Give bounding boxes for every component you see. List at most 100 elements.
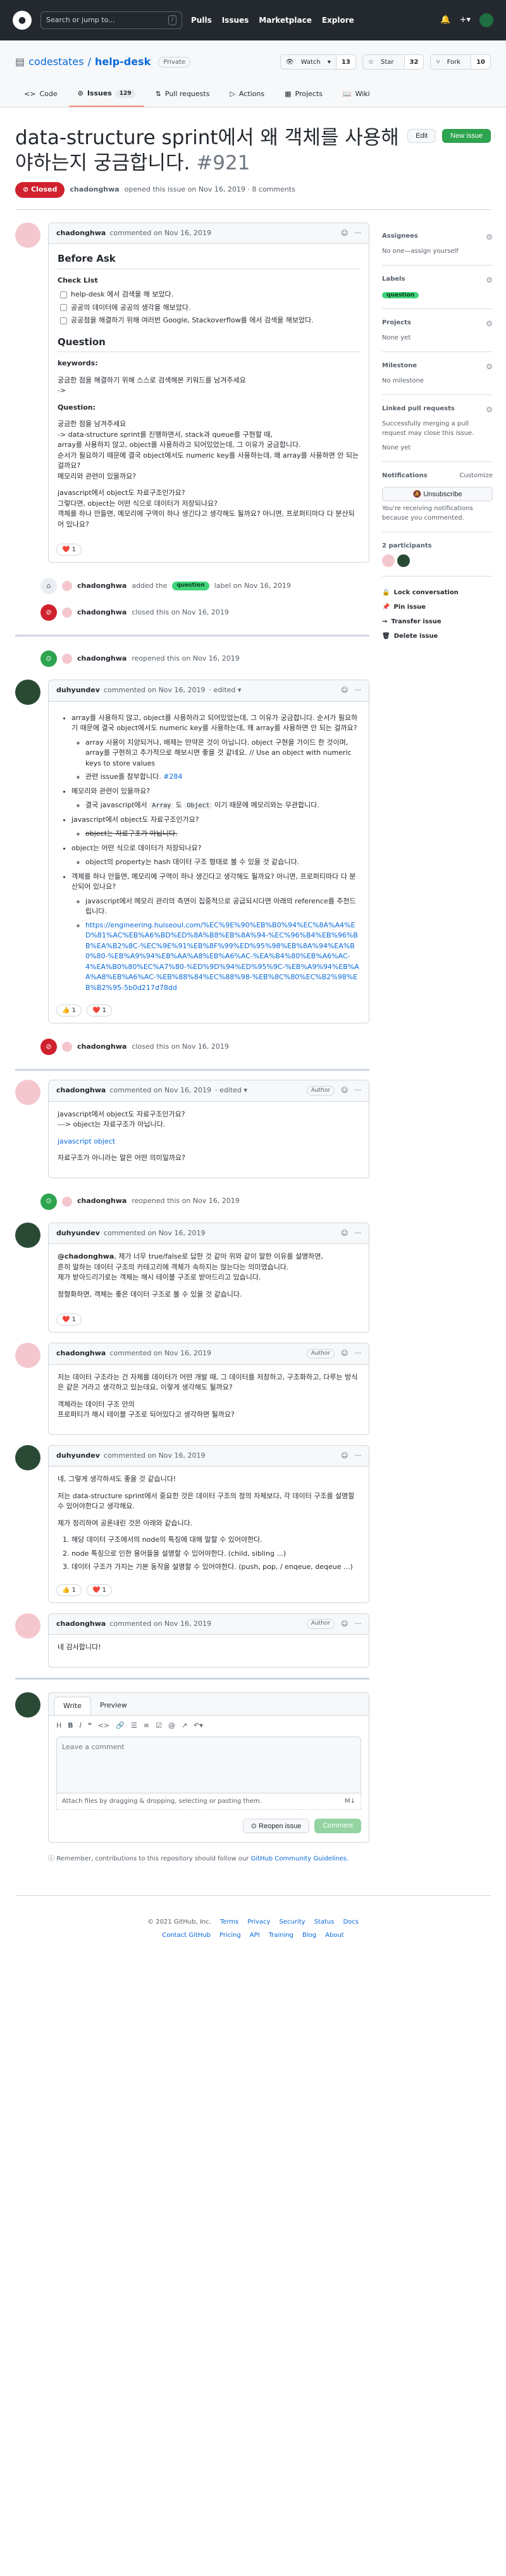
participant-avatar[interactable]	[382, 554, 395, 568]
milestone-heading[interactable]: Milestone	[382, 361, 417, 372]
smiley-icon[interactable]: ☺	[341, 1085, 348, 1096]
footer-link-contact[interactable]: Contact GitHub	[162, 1931, 211, 1940]
star-button[interactable]: ☆ Star 32	[362, 54, 424, 70]
bell-icon[interactable]: 🔔	[440, 14, 450, 27]
issue-link[interactable]: #284	[163, 772, 182, 781]
avatar[interactable]	[62, 654, 72, 664]
user-avatar[interactable]	[479, 13, 493, 27]
comment-author[interactable]: chadonghwa	[56, 1085, 106, 1096]
footer-link-privacy[interactable]: Privacy	[247, 1917, 270, 1927]
comment-timestamp[interactable]: commented on Nov 16, 2019	[104, 1451, 206, 1462]
fork-button[interactable]: ⑂ Fork 10	[430, 54, 491, 70]
kebab-menu-icon[interactable]: ···	[355, 1619, 362, 1630]
avatar[interactable]	[15, 1222, 40, 1248]
footer-link-training[interactable]: Training	[269, 1931, 293, 1940]
tab-wiki[interactable]: 📖 Wiki	[334, 82, 379, 107]
fork-count[interactable]: 10	[471, 55, 490, 69]
pin-issue-link[interactable]: 📌 Pin issue	[382, 602, 493, 612]
event-actor[interactable]: chadonghwa	[77, 654, 126, 664]
avatar[interactable]	[62, 1042, 72, 1053]
link-icon[interactable]: 🔗	[116, 1721, 125, 1731]
gear-icon[interactable]: ⚙	[486, 361, 493, 372]
avatar[interactable]	[62, 1196, 72, 1207]
reopen-issue-button[interactable]: ⊙ Reopen issue	[242, 1818, 310, 1833]
footer-link-terms[interactable]: Terms	[220, 1917, 238, 1927]
linked-prs-heading[interactable]: Linked pull requests	[382, 404, 455, 415]
comment-button[interactable]: Comment	[314, 1818, 361, 1833]
comment-author[interactable]: chadonghwa	[56, 228, 106, 239]
gear-icon[interactable]: ⚙	[486, 231, 493, 243]
edit-title-button[interactable]: Edit	[407, 128, 436, 143]
reaction-thumbs-up[interactable]: 👍 1	[56, 1584, 82, 1596]
comment-author[interactable]: duhyundev	[56, 1228, 100, 1239]
assignees-heading[interactable]: Assignees	[382, 231, 418, 243]
comment-author[interactable]: chadonghwa	[56, 1348, 106, 1359]
tab-code[interactable]: <> Code	[15, 82, 66, 107]
labels-heading[interactable]: Labels	[382, 274, 405, 286]
comment-timestamp[interactable]: commented on Nov 16, 2019	[109, 228, 211, 239]
task-list-icon[interactable]: ☑	[156, 1721, 162, 1731]
saved-reply-icon[interactable]: ↶▾	[194, 1721, 203, 1731]
nav-marketplace[interactable]: Marketplace	[259, 15, 312, 26]
smiley-icon[interactable]: ☺	[341, 228, 348, 239]
lock-conversation-link[interactable]: 🔒 Lock conversation	[382, 588, 493, 597]
comment-author[interactable]: chadonghwa	[56, 1619, 106, 1630]
bold-icon[interactable]: B	[68, 1721, 73, 1731]
smiley-icon[interactable]: ☺	[341, 1228, 348, 1239]
quote-icon[interactable]: ❝	[88, 1721, 92, 1731]
smiley-icon[interactable]: ☺	[341, 1619, 348, 1630]
reference-link[interactable]: https://engineering.huiseoul.com/%EC%9E%…	[85, 921, 359, 992]
footer-link-about[interactable]: About	[325, 1931, 344, 1940]
unsubscribe-button[interactable]: 🔕 Unsubscribe	[382, 487, 493, 502]
edited-dropdown[interactable]: · edited ▾	[215, 1085, 247, 1096]
avatar[interactable]	[15, 680, 40, 705]
footer-link-status[interactable]: Status	[314, 1917, 335, 1927]
watch-count[interactable]: 13	[335, 55, 355, 69]
comment-timestamp[interactable]: commented on Nov 16, 2019	[109, 1619, 211, 1630]
search-input[interactable]: Search or jump to... /	[40, 11, 182, 29]
event-actor[interactable]: chadonghwa	[77, 607, 126, 618]
repo-name[interactable]: help-desk	[95, 54, 151, 70]
mention-icon[interactable]: @	[168, 1721, 175, 1731]
nav-pulls[interactable]: Pulls	[191, 15, 212, 26]
avatar[interactable]	[15, 1444, 40, 1470]
comment-timestamp[interactable]: commented on Nov 16, 2019	[109, 1348, 211, 1359]
new-issue-button[interactable]: New issue	[442, 128, 491, 143]
kebab-menu-icon[interactable]: ···	[355, 1085, 362, 1096]
transfer-issue-link[interactable]: → Transfer issue	[382, 617, 493, 626]
footer-link-api[interactable]: API	[250, 1931, 260, 1940]
comment-author[interactable]: duhyundev	[56, 1451, 100, 1462]
delete-issue-link[interactable]: 🗑 Delete issue	[382, 632, 493, 641]
tab-projects[interactable]: ▦ Projects	[276, 82, 331, 107]
issue-author[interactable]: chadonghwa	[70, 185, 119, 195]
plus-icon[interactable]: +▾	[460, 14, 471, 27]
footer-link-blog[interactable]: Blog	[302, 1931, 316, 1940]
reaction-thumbs-up[interactable]: 👍 1	[56, 1004, 82, 1017]
italic-icon[interactable]: I	[80, 1721, 82, 1731]
repo-owner[interactable]: codestates	[28, 54, 83, 70]
nav-explore[interactable]: Explore	[322, 15, 354, 26]
reference-icon[interactable]: ↗	[182, 1721, 187, 1731]
write-tab[interactable]: Write	[54, 1696, 92, 1716]
assignees-value[interactable]: No one—assign yourself	[382, 247, 493, 256]
tab-pull-requests[interactable]: ⇅ Pull requests	[147, 82, 219, 107]
watch-button[interactable]: 👁 Watch ▾ 13	[280, 54, 356, 70]
comment-timestamp[interactable]: commented on Nov 16, 2019	[104, 685, 206, 696]
edited-dropdown[interactable]: · edited ▾	[209, 685, 242, 696]
heading-icon[interactable]: H	[56, 1721, 61, 1731]
reaction-heart[interactable]: ❤️ 1	[56, 1314, 82, 1326]
avatar[interactable]	[15, 1692, 40, 1718]
user-mention[interactable]: @chadonghwa	[58, 1252, 114, 1261]
star-count[interactable]: 32	[404, 55, 424, 69]
event-actor[interactable]: chadonghwa	[77, 1042, 126, 1053]
kebab-menu-icon[interactable]: ···	[355, 1228, 362, 1239]
footer-link-security[interactable]: Security	[279, 1917, 305, 1927]
code-icon[interactable]: <>	[98, 1721, 109, 1731]
tab-actions[interactable]: ▷ Actions	[221, 82, 273, 107]
comment-timestamp[interactable]: commented on Nov 16, 2019	[109, 1085, 211, 1096]
projects-heading[interactable]: Projects	[382, 318, 411, 329]
kebab-menu-icon[interactable]: ···	[355, 228, 362, 239]
gear-icon[interactable]: ⚙	[486, 404, 493, 415]
kebab-menu-icon[interactable]: ···	[355, 685, 362, 696]
javascript-object-link[interactable]: javascript object	[58, 1137, 115, 1145]
